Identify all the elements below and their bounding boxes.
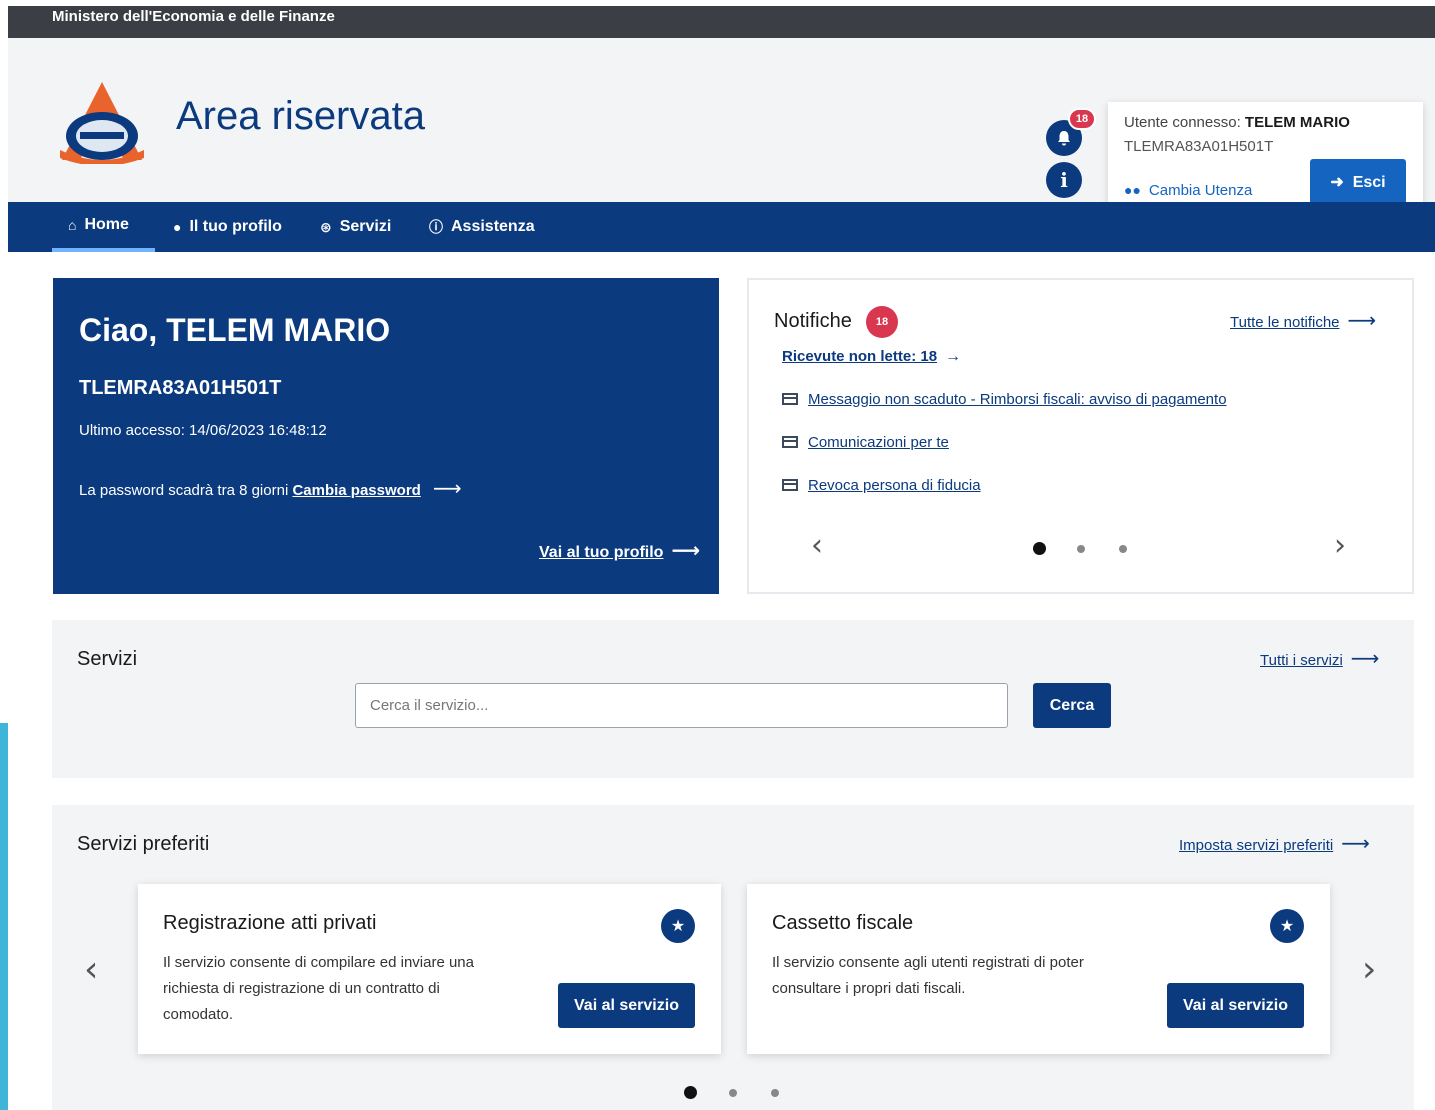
change-password-link[interactable]: Cambia password — [292, 482, 420, 499]
welcome-panel: Ciao, TELEM MARIO TLEMRA83A01H501T Ultim… — [53, 278, 719, 594]
side-accent-strip — [0, 723, 8, 1110]
password-expiry-text: La password scadrà tra 8 giorni — [79, 482, 289, 499]
logout-icon: ➜ — [1330, 174, 1344, 191]
search-button[interactable]: Cerca — [1033, 683, 1111, 728]
user-icon: ● — [173, 219, 182, 235]
carousel-dot[interactable] — [1077, 545, 1085, 553]
notifications-badge: 18 — [866, 306, 898, 338]
favorite-services-section: Servizi preferiti Imposta servizi prefer… — [52, 805, 1414, 1110]
service-card-description: Il servizio consente agli utenti registr… — [772, 954, 1084, 997]
message-icon — [782, 479, 798, 491]
last-access: Ultimo accesso: 14/06/2023 16:48:12 — [79, 422, 327, 439]
profile-link-label: Vai al tuo profilo — [539, 544, 664, 561]
home-icon: ⌂ — [68, 217, 77, 233]
service-card-title: Cassetto fiscale — [772, 912, 914, 934]
notification-item[interactable]: Messaggio non scaduto - Rimborsi fiscali… — [782, 391, 1227, 408]
chevron-left-icon[interactable]: ‹ — [84, 949, 98, 990]
notification-item[interactable]: Revoca persona di fiducia — [782, 477, 981, 494]
services-section: Servizi Tutti i servizi ⟶ Cerca — [52, 620, 1414, 778]
user-fiscal-code: TLEMRA83A01H501T — [1124, 138, 1274, 155]
connected-user-name: TELEM MARIO — [1244, 114, 1350, 131]
password-expiry: La password scadrà tra 8 giorni Cambia p… — [79, 476, 462, 501]
arrow-right-icon: ⟶ — [433, 478, 462, 500]
unread-notifications-label: Ricevute non lette: 18 — [782, 348, 938, 365]
arrow-right-icon: ⟶ — [671, 540, 701, 562]
users-icon: ●● — [1124, 182, 1141, 198]
agency-logo-icon[interactable] — [52, 74, 152, 164]
notification-link[interactable]: Messaggio non scaduto - Rimborsi fiscali… — [808, 391, 1227, 408]
arrow-right-icon: ⟶ — [1341, 833, 1370, 855]
info-icon[interactable]: i — [1046, 162, 1082, 198]
nav-item-assistance[interactable]: ⓘ Assistenza — [429, 202, 535, 252]
go-to-service-button[interactable]: Vai al servizio — [558, 983, 695, 1028]
notification-link[interactable]: Comunicazioni per te — [808, 434, 949, 451]
welcome-fiscal-code: TLEMRA83A01H501T — [79, 377, 282, 399]
header: Area riservata 18 i Utente connesso: TEL… — [8, 38, 1435, 214]
chevron-right-icon[interactable]: › — [1362, 949, 1376, 990]
services-title: Servizi — [77, 648, 138, 670]
favorite-star-icon[interactable]: ★ — [661, 909, 695, 943]
all-notifications-link[interactable]: Tutte le notifiche ⟶ — [1230, 308, 1376, 333]
profile-link[interactable]: Vai al tuo profilo ⟶ — [539, 538, 700, 563]
notifications-panel: Notifiche 18 Tutte le notifiche ⟶ Ricevut… — [747, 278, 1414, 594]
chevron-left-icon[interactable]: ‹ — [811, 528, 823, 563]
nav-item-services[interactable]: ⊛ Servizi — [320, 202, 391, 252]
main-nav: ⌂ Home ● Il tuo profilo ⊛ Servizi ⓘ Assisten… — [8, 202, 1435, 252]
chevron-right-icon[interactable]: › — [1334, 528, 1346, 563]
nav-item-label: Il tuo profilo — [189, 218, 282, 235]
notifications-title: Notifiche — [774, 310, 852, 332]
carousel-dot-active[interactable] — [684, 1086, 697, 1099]
logout-button[interactable]: ➜ Esci — [1310, 159, 1406, 205]
nav-item-label: Servizi — [339, 218, 392, 235]
switch-user-link[interactable]: ●● Cambia Utenza — [1124, 182, 1252, 199]
carousel-dot[interactable] — [771, 1089, 779, 1097]
nav-item-home[interactable]: ⌂ Home — [52, 202, 155, 252]
message-icon — [782, 393, 798, 405]
unread-notifications-link[interactable]: Ricevute non lette: 18 → — [782, 348, 961, 366]
switch-user-label: Cambia Utenza — [1148, 182, 1253, 199]
app-title: Area riservata — [176, 94, 425, 138]
notification-item[interactable]: Comunicazioni per te — [782, 434, 949, 451]
connected-user-label: Utente connesso: TELEM MARIO — [1124, 114, 1350, 131]
welcome-greeting: Ciao, TELEM MARIO — [79, 312, 391, 348]
nav-item-label: Home — [84, 216, 129, 233]
arrow-right-icon: ⟶ — [1347, 310, 1377, 332]
message-icon — [782, 436, 798, 448]
service-card-description: Il servizio consente di compilare ed inv… — [163, 954, 474, 1023]
all-services-label[interactable]: Tutti i servizi — [1260, 652, 1343, 669]
nav-item-profile[interactable]: ● Il tuo profilo — [173, 202, 282, 252]
user-card: Utente connesso: TELEM MARIO TLEMRA83A01… — [1108, 102, 1423, 214]
notifications-count-badge: 18 — [1068, 108, 1096, 130]
nav-item-label: Assistenza — [451, 218, 535, 235]
set-favorites-label[interactable]: Imposta servizi preferiti — [1179, 837, 1333, 854]
ministry-topbar: Ministero dell'Economia e delle Finanze — [8, 6, 1435, 38]
service-card: Cassetto fiscale Il servizio consente ag… — [747, 884, 1330, 1054]
service-search-input[interactable] — [355, 683, 1008, 728]
logout-label: Esci — [1352, 174, 1386, 191]
arrow-right-icon: ⟶ — [1350, 648, 1380, 670]
all-services-link[interactable]: Tutti i servizi ⟶ — [1260, 646, 1379, 671]
connected-user-prefix: Utente connesso: — [1124, 114, 1241, 131]
page: Ministero dell'Economia e delle Finanze … — [0, 0, 1435, 1110]
service-card: Registrazione atti privati Il servizio c… — [138, 884, 721, 1054]
favorite-star-icon[interactable]: ★ — [1270, 909, 1304, 943]
services-icon: ⊛ — [320, 218, 332, 235]
carousel-dot[interactable] — [1119, 545, 1127, 553]
carousel-dot-active[interactable] — [1033, 542, 1046, 555]
set-favorites-link[interactable]: Imposta servizi preferiti ⟶ — [1179, 831, 1370, 856]
notification-link[interactable]: Revoca persona di fiducia — [808, 477, 981, 494]
arrow-right-icon: → — [945, 348, 962, 365]
ministry-name: Ministero dell'Economia e delle Finanze — [52, 8, 335, 25]
favorite-services-title: Servizi preferiti — [77, 833, 210, 855]
service-card-title: Registrazione atti privati — [163, 912, 377, 934]
carousel-dot[interactable] — [729, 1089, 737, 1097]
all-notifications-label: Tutte le notifiche — [1230, 314, 1340, 331]
go-to-service-button[interactable]: Vai al servizio — [1167, 983, 1304, 1028]
info-icon: ⓘ — [429, 219, 443, 235]
